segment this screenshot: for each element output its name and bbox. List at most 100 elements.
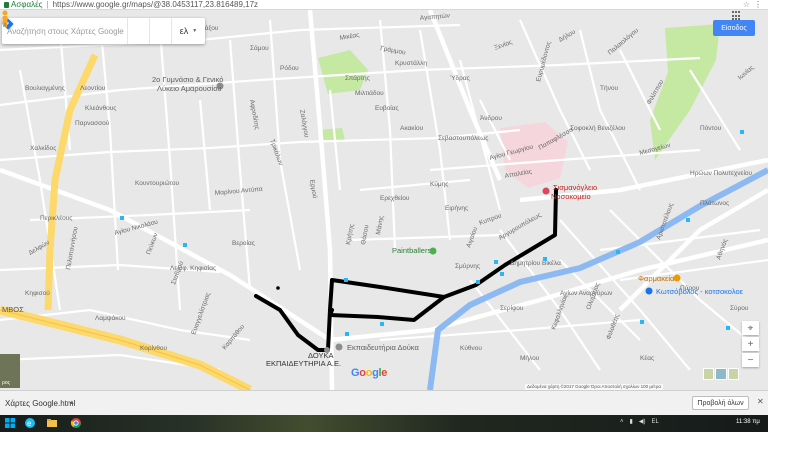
map-canvas[interactable]: Αγαπητών Ξενίας Δήλου Παλαιολόγου Μαρίνο… <box>0 10 768 390</box>
svg-text:e: e <box>27 419 32 428</box>
street-label: Σερίφου <box>500 304 524 312</box>
layer-thumbnails[interactable] <box>703 368 739 380</box>
street-label: Κρυστάλλη <box>395 59 427 67</box>
street-label: Ρόδου <box>280 64 299 72</box>
clock[interactable]: 11:38 πμ <box>736 419 760 425</box>
address-bar[interactable]: Ασφαλές | https://www.google.gr/maps/@38.0… <box>0 0 768 10</box>
url-text[interactable]: https://www.google.gr/maps/@38.0453117,2… <box>53 0 258 9</box>
street-label: Ύδρας <box>450 75 470 82</box>
directions-icon[interactable] <box>2 18 171 44</box>
chrome-icon[interactable] <box>70 417 82 429</box>
sign-in-button[interactable]: Είσοδος <box>713 20 755 36</box>
search-input[interactable] <box>2 26 127 36</box>
poi-ekpaideftiria[interactable]: Εκπαιδευτήρια Δούκα <box>335 343 420 352</box>
street-label: Δημητρίου Βικέλα <box>510 259 561 267</box>
tray-arrow-icon[interactable]: ˄ <box>620 419 624 425</box>
street-label: Σεβαστουπόλεως <box>438 134 488 142</box>
close-icon[interactable]: ✕ <box>757 397 764 406</box>
park-area <box>318 50 368 94</box>
poi-label: ΕΚΠΑΙΔΕΥΤΗΡΙΑ Α.Ε. <box>266 359 341 368</box>
street-label: Μαρίνου Αντύπα <box>214 185 263 197</box>
street-label: Ευαγγελίστριας <box>189 291 212 335</box>
street-label: Αργυρουπόλεως <box>497 211 543 242</box>
windows-start-icon[interactable] <box>4 417 16 429</box>
street-label: Κύμης <box>430 180 448 188</box>
poi-hospital[interactable]: Σισμανόγλειο Νοσοκομείο <box>542 183 598 201</box>
street-label: Μιλτιάδου <box>355 89 384 97</box>
chevron-down-icon: ▼ <box>192 28 198 34</box>
download-bar: Χάρτες Google.html ▲ Προβολή όλων ✕ <box>0 390 768 415</box>
street-label: Πελοποννήσου <box>65 226 80 271</box>
street-label: Ευρυμέδοντος <box>534 40 552 82</box>
street-label: Σάμου <box>250 44 269 52</box>
street-label: Λεοντίου <box>80 84 106 92</box>
browser-menu-icon[interactable]: ⋮ <box>754 0 762 9</box>
street-label: Ερεχθείου <box>380 194 410 202</box>
street-label: Αφροδίτης <box>248 99 261 130</box>
satellite-layer-toggle[interactable]: ρος <box>0 354 20 388</box>
street-label: Κορίνθου <box>140 344 167 352</box>
network-icon[interactable]: ▮ <box>630 418 633 425</box>
street-label: Κρήτης <box>345 223 356 245</box>
street-label: Τήνου <box>600 85 618 92</box>
internet-explorer-icon[interactable]: e <box>24 417 36 429</box>
street-label: Θάσου <box>359 224 370 246</box>
highway <box>0 53 253 390</box>
map-controls: ⌖ + − <box>742 321 759 369</box>
street-label: Πεύκων <box>144 232 159 256</box>
poi-label: Σισμανόγλειο <box>553 183 597 192</box>
chevron-up-icon[interactable]: ▲ <box>67 398 77 408</box>
google-logo: Google <box>351 367 388 379</box>
street-label: Ηρώων Πολυτεχνείου <box>690 169 753 177</box>
poi-label: Φαρμακεία <box>638 274 675 283</box>
route-dot <box>276 286 280 290</box>
street-label: Πλάτωνος <box>700 199 729 207</box>
pegman-icon[interactable] <box>0 10 10 28</box>
search-icon[interactable] <box>2 18 149 44</box>
poi-douka-company[interactable]: ΔΟΥΚΑ ΕΚΠΑΙΔΕΥΤΗΡΙΑ Α.Ε. <box>266 347 341 368</box>
street-label: Κουντουριώτου <box>135 179 180 187</box>
street-label: Κυπρου <box>478 212 503 227</box>
poi-kotsovolos[interactable]: Κωτσόβολος - κοτσοκολοε <box>645 287 744 296</box>
street-label: Σταθμού <box>169 260 185 286</box>
street-label: Βουλιαγμένης <box>25 84 65 92</box>
street-label: Βεροίας <box>232 239 255 247</box>
poi-school[interactable]: 2ο Γυμνάσιο & Γενικό Λύκειο Αμαρουσίου <box>152 75 224 93</box>
download-item[interactable]: Χάρτες Google.html <box>0 396 75 411</box>
street-label: Άνδρου <box>480 115 502 122</box>
bookmark-star-icon[interactable]: ☆ <box>743 0 750 9</box>
zoom-in-button[interactable]: + <box>742 337 759 351</box>
street-label: Κηφισού <box>25 289 50 297</box>
street-label: Σοφοκλή Βενιζέλου <box>570 124 626 132</box>
street-label: Φιλοθέης <box>604 313 621 341</box>
poi-pharmacy[interactable]: Φαρμακεία <box>638 274 681 283</box>
street-label: Πόντου <box>700 124 722 132</box>
street-label: Ιωνίας <box>736 64 755 82</box>
street-label: Ξενίας <box>493 38 513 52</box>
street-label: Λαμψάκου <box>95 314 126 322</box>
street-label: Μικέας <box>339 31 360 42</box>
motorway-label: ΜΒΟΣ <box>2 305 24 314</box>
my-location-icon[interactable]: ⌖ <box>742 321 759 335</box>
file-name: Χάρτες Google.html <box>5 399 76 408</box>
street-label: Κέας <box>640 354 654 362</box>
system-tray: ˄ ▮ ◀) EL <box>620 418 659 426</box>
language-select[interactable]: ελ ▼ <box>171 18 205 44</box>
secure-label: Ασφαλές <box>11 0 43 9</box>
street-label: Ειρήνης <box>445 205 468 212</box>
map-svg: Αγαπητών Ξενίας Δήλου Παλαιολόγου Μαρίνο… <box>0 10 768 390</box>
file-explorer-icon[interactable] <box>46 417 58 429</box>
show-all-button[interactable]: Προβολή όλων <box>692 396 749 410</box>
street-label: Μάνης <box>374 215 385 235</box>
volume-icon[interactable]: ◀) <box>639 418 646 425</box>
poi-paintball[interactable]: Paintballers <box>392 246 437 255</box>
poi-label: Λύκειο Αμαρουσίου <box>157 84 221 93</box>
language-indicator[interactable]: EL <box>651 419 658 425</box>
street-label: Κύθνου <box>460 344 482 352</box>
satellite-label: ρος <box>2 380 11 386</box>
street-label: Μήλου <box>520 355 540 362</box>
street-label: Ευβοίας <box>375 104 399 112</box>
street-label: Ζαλόγγου <box>298 109 311 139</box>
below-screen-margin <box>0 432 800 450</box>
zoom-out-button[interactable]: − <box>742 353 759 367</box>
